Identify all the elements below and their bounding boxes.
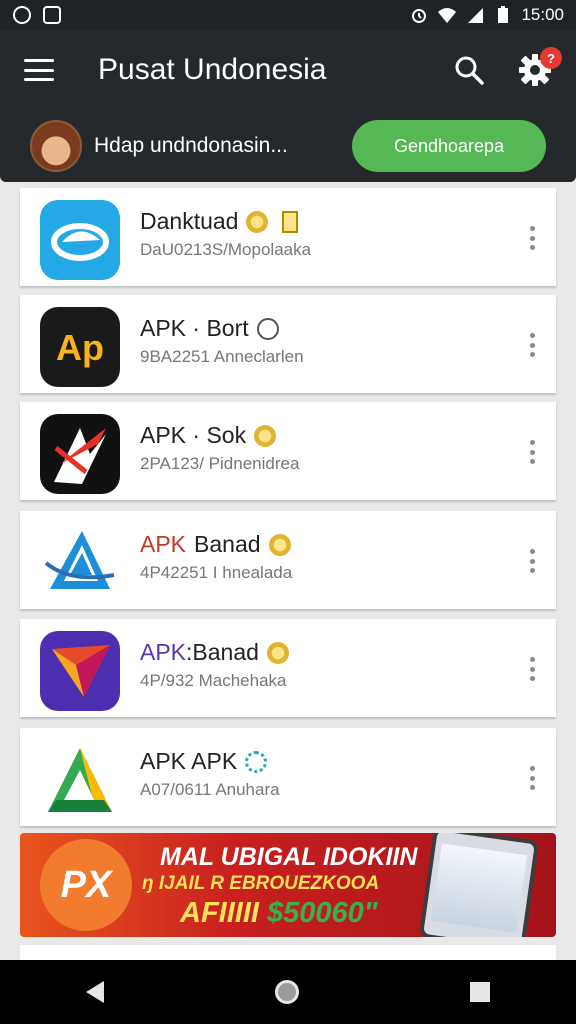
more-vert-icon[interactable] (528, 549, 536, 573)
more-vert-icon[interactable] (528, 766, 536, 790)
home-icon[interactable] (274, 980, 299, 1004)
ad-price: $50060" (267, 897, 378, 929)
user-greeting: Hdap undndonasin... (94, 134, 288, 157)
red-arrow-icon (40, 414, 120, 494)
menu-icon[interactable] (24, 59, 54, 81)
app-name: APK · Bort (140, 315, 279, 342)
sun-badge-icon (254, 424, 277, 447)
battery-icon (493, 5, 513, 25)
toolbar: Pusat Undonesia ? (0, 30, 576, 110)
more-vert-icon[interactable] (528, 226, 536, 250)
app-subtitle: 4P42251 I hnealada (140, 563, 293, 582)
app-name: APK Banad (140, 531, 291, 558)
list-item[interactable]: APK APK A07/0611 Anuhara (20, 728, 556, 826)
more-vert-icon[interactable] (528, 333, 536, 357)
ad-subheadline: ŋ IJAIL R EBROUEZKOOA (142, 873, 380, 894)
ad-logo: PX (40, 839, 132, 931)
signal-icon (465, 5, 485, 25)
app-subtitle: 4P/932 Machehaka (140, 671, 287, 690)
list-item[interactable]: APK · Sok 2PA123/ Pidnenidrea (20, 402, 556, 500)
primary-action-button[interactable]: Gendhoarepa (352, 120, 546, 172)
ad-offer: AFIIIII $50060" (180, 897, 378, 929)
app-subtitle: A07/0611 Anuhara (140, 780, 280, 799)
document-badge-icon (282, 210, 299, 233)
robot-badge-icon (256, 317, 279, 340)
search-icon[interactable] (454, 55, 484, 85)
ap-logo-icon: Ap (40, 307, 120, 387)
bug-badge-icon (245, 750, 268, 773)
settings-button[interactable]: ? (518, 47, 562, 87)
recent-apps-icon[interactable] (470, 982, 491, 1002)
coin-badge-icon (268, 533, 291, 556)
status-bar: 15:00 (0, 0, 576, 30)
blue-a-icon (40, 523, 120, 603)
app-subtitle: 9BA2251 Anneclarlen (140, 347, 304, 366)
svg-text:Ap: Ap (56, 327, 104, 368)
green-triangle-icon (40, 740, 120, 820)
more-vert-icon[interactable] (528, 657, 536, 681)
app-name: Danktuad (140, 208, 299, 235)
notification-badge: ? (540, 47, 562, 69)
notification-icon (42, 5, 62, 25)
user-row: Hdap undndonasin... Gendhoarepa (0, 116, 576, 176)
purple-plane-icon (40, 631, 120, 711)
blue-bird-icon (40, 200, 120, 280)
app-subtitle: DaU0213S/Mopolaaka (140, 240, 312, 259)
list-item[interactable]: Danktuad DaU0213S/Mopolaaka (20, 188, 556, 286)
status-time: 15:00 (521, 5, 564, 24)
list-item[interactable]: APK Banad 4P42251 I hnealada (20, 511, 556, 609)
ad-banner[interactable]: PX MAL UBIGAL IDOKIIN ŋ IJAIL R EBROUEZK… (20, 833, 556, 937)
wifi-icon (437, 5, 457, 25)
more-vert-icon[interactable] (528, 440, 536, 464)
app-name: APK APK (140, 748, 268, 775)
navigation-bar (0, 960, 576, 1024)
verified-badge-icon (246, 210, 269, 233)
alarm-icon (409, 5, 429, 25)
whatsapp-icon (12, 5, 32, 25)
app-name: APK · Sok (140, 422, 277, 449)
page-title: Pusat Undonesia (98, 53, 327, 86)
app-name: APK :Banad (140, 639, 289, 666)
list-item[interactable]: APK :Banad 4P/932 Machehaka (20, 619, 556, 717)
ad-headline: MAL UBIGAL IDOKIIN (160, 843, 418, 871)
phone-image-icon (418, 833, 540, 937)
back-icon[interactable] (85, 981, 104, 1003)
app-header: Pusat Undonesia ? Hdap undndonasin... Ge… (0, 30, 576, 182)
avatar[interactable] (30, 120, 82, 172)
coin-badge-icon (266, 641, 289, 664)
list-item[interactable]: Ap APK · Bort 9BA2251 Anneclarlen (20, 295, 556, 393)
app-subtitle: 2PA123/ Pidnenidrea (140, 454, 300, 473)
